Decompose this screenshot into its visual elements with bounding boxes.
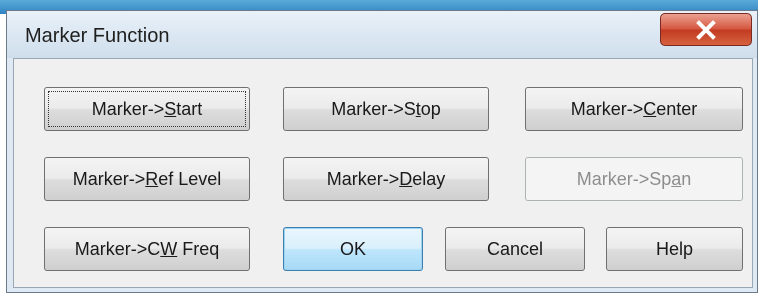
button-label: Marker->Span xyxy=(576,168,692,189)
button-label: Marker->Ref Level xyxy=(72,168,222,189)
button-label: Help xyxy=(655,238,694,259)
marker-function-dialog: Marker Function Marker->Start Marker->St… xyxy=(6,10,758,293)
button-label: Marker->Stop xyxy=(331,98,441,119)
cancel-button[interactable]: Cancel xyxy=(445,227,585,271)
button-label: Cancel xyxy=(486,238,544,259)
close-button[interactable] xyxy=(660,13,752,46)
help-button[interactable]: Help xyxy=(606,227,743,271)
marker-ref-level-button[interactable]: Marker->Ref Level xyxy=(44,157,250,201)
button-label: Marker->Delay xyxy=(326,168,446,189)
marker-stop-button[interactable]: Marker->Stop xyxy=(283,87,489,131)
title-bar: Marker Function xyxy=(7,11,757,58)
button-label: OK xyxy=(339,238,366,259)
button-label: Marker->Center xyxy=(570,98,698,119)
close-icon xyxy=(696,19,716,40)
ok-button[interactable]: OK xyxy=(283,227,423,271)
button-label: Marker->Start xyxy=(91,98,203,119)
dialog-body: Marker->Start Marker->Stop Marker->Cente… xyxy=(13,58,753,288)
dialog-title: Marker Function xyxy=(25,25,170,47)
marker-span-button[interactable]: Marker->Span xyxy=(525,157,743,201)
marker-start-button[interactable]: Marker->Start xyxy=(44,87,250,131)
marker-cw-freq-button[interactable]: Marker->CW Freq xyxy=(44,227,250,271)
button-label: Marker->CW Freq xyxy=(74,238,220,259)
marker-center-button[interactable]: Marker->Center xyxy=(525,87,743,131)
marker-delay-button[interactable]: Marker->Delay xyxy=(283,157,489,201)
